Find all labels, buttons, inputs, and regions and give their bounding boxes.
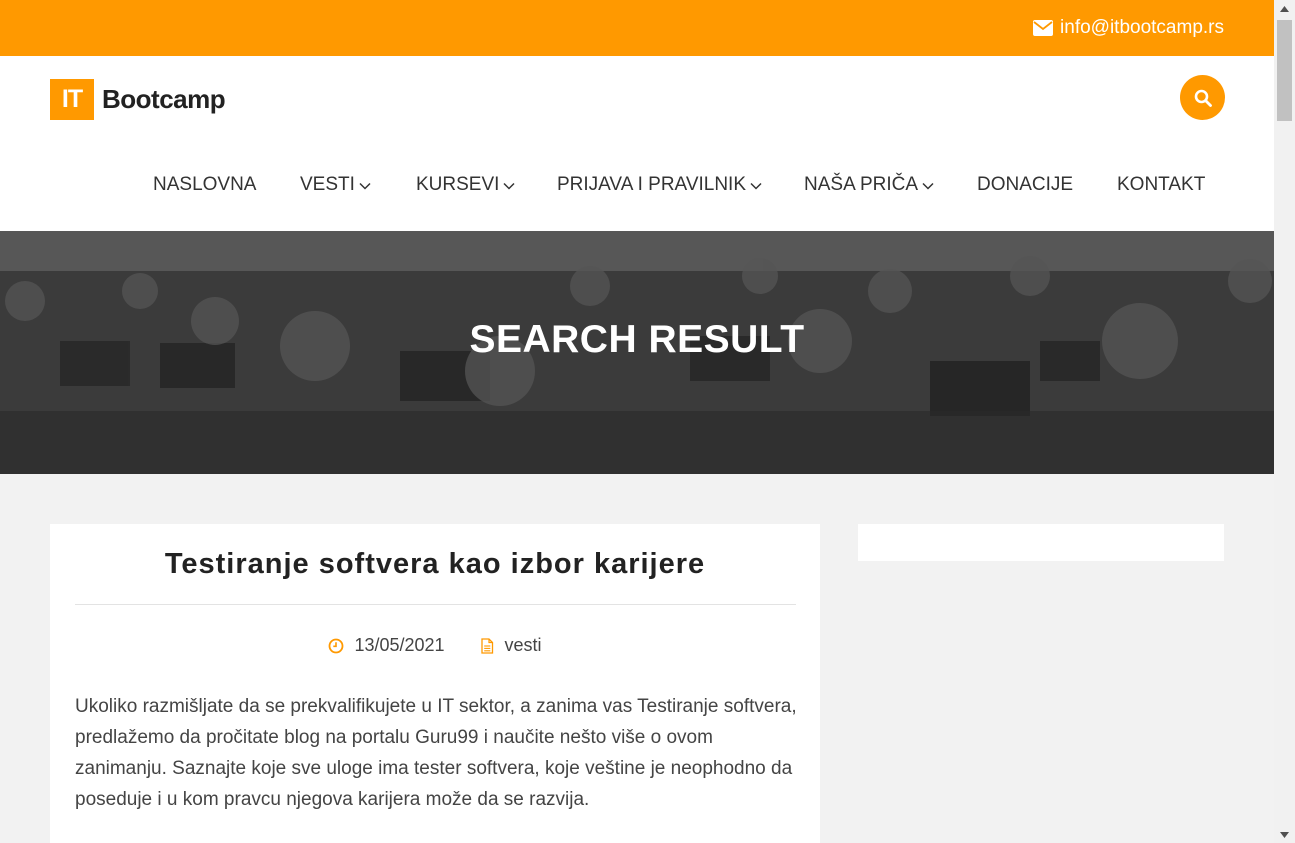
nav-item-label: KONTAKT <box>1117 174 1206 195</box>
logo-text: Bootcamp <box>102 84 226 114</box>
nav-item-donacije[interactable]: DONACIJE <box>977 174 1073 196</box>
logo-mark: IT <box>50 79 94 120</box>
sidebar-widget <box>858 524 1224 561</box>
arrow-up-icon <box>1280 5 1289 12</box>
scroll-thumb[interactable] <box>1277 20 1292 121</box>
chevron-down-icon <box>922 182 934 190</box>
nav-item-label: NAŠA PRIČA <box>804 174 919 195</box>
post-excerpt: Ukoliko razmišljate da se prekvalifikuje… <box>75 696 797 810</box>
post-date-text: 13/05/2021 <box>354 635 445 655</box>
post-category-link[interactable]: vesti <box>479 635 542 656</box>
nav-item-label: KURSEVI <box>416 174 500 195</box>
nav-item-kursevi[interactable]: KURSEVI <box>416 174 515 196</box>
contact-email-link[interactable]: info@itbootcamp.rs <box>1033 17 1224 39</box>
site-logo[interactable]: IT Bootcamp <box>50 79 226 120</box>
nav-item-prijava[interactable]: PRIJAVA I PRAVILNIK <box>557 174 762 196</box>
scroll-down-button[interactable] <box>1274 826 1295 843</box>
post-date: 13/05/2021 <box>328 635 445 656</box>
top-bar: info@itbootcamp.rs <box>0 0 1274 56</box>
nav-item-label: NASLOVNA <box>153 174 257 195</box>
clock-icon <box>329 638 344 653</box>
nav-item-vesti[interactable]: VESTI <box>300 174 371 196</box>
document-icon <box>480 637 493 654</box>
post-category-text: vesti <box>504 635 542 655</box>
page-scrollbar[interactable] <box>1274 0 1295 843</box>
hero-banner: SEARCH RESULT <box>0 231 1274 474</box>
search-button[interactable] <box>1180 75 1225 120</box>
site-header: IT Bootcamp NASLOVNA VESTI KURSEVI PRIJA… <box>0 56 1274 231</box>
page: info@itbootcamp.rs IT Bootcamp NASLOVNA … <box>0 0 1274 843</box>
nav-item-label: DONACIJE <box>977 174 1074 195</box>
main-nav: NASLOVNA VESTI KURSEVI PRIJAVA I PRAVILN… <box>0 174 1274 204</box>
contact-email: info@itbootcamp.rs <box>1060 17 1224 38</box>
nav-item-kontakt[interactable]: KONTAKT <box>1117 174 1205 196</box>
search-result-card: Testiranje softvera kao izbor karijere 1… <box>50 524 820 843</box>
search-icon <box>1194 89 1212 107</box>
nav-item-nasa-prica[interactable]: NAŠA PRIČA <box>804 174 934 196</box>
post-meta: 13/05/2021 vesti <box>50 635 820 656</box>
nav-item-label: PRIJAVA I PRAVILNIK <box>557 174 747 195</box>
chevron-down-icon <box>359 182 371 190</box>
envelope-icon <box>1033 20 1054 36</box>
nav-item-label: VESTI <box>300 174 355 195</box>
scroll-up-button[interactable] <box>1274 0 1295 17</box>
post-title-link[interactable]: Testiranje softvera kao izbor karijere <box>50 548 820 581</box>
chevron-down-icon <box>750 182 762 190</box>
page-title: SEARCH RESULT <box>469 318 805 361</box>
nav-item-naslovna[interactable]: NASLOVNA <box>153 174 256 196</box>
post-divider <box>75 604 796 605</box>
chevron-down-icon <box>503 182 515 190</box>
arrow-down-icon <box>1280 831 1289 838</box>
